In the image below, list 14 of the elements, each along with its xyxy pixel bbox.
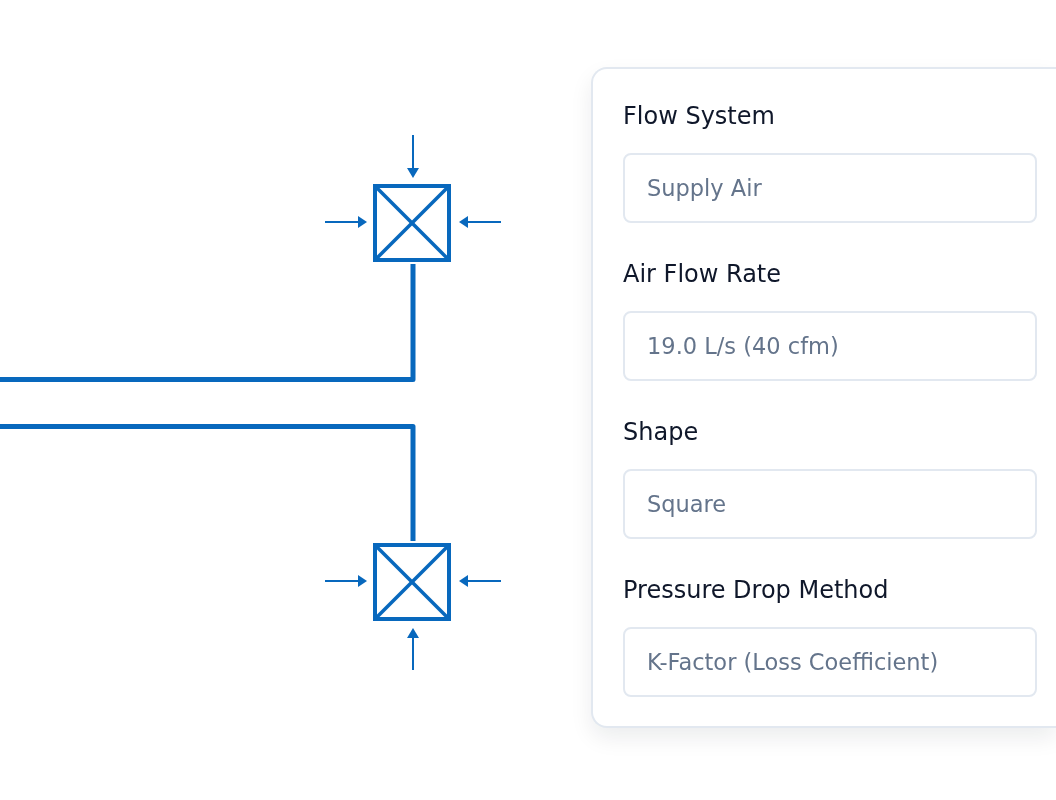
text-field[interactable]: Square — [623, 469, 1037, 539]
field-label: Shape — [623, 417, 699, 448]
text-field[interactable]: K-Factor (Loss Coefficient) — [623, 627, 1037, 697]
arrow-icon — [459, 575, 502, 587]
text-field[interactable]: Supply Air — [623, 153, 1037, 223]
arrow-icon — [459, 216, 502, 228]
field-label: Flow System — [623, 101, 775, 132]
text-field[interactable]: 19.0 L/s (40 cfm) — [623, 311, 1037, 381]
arrow-icon — [407, 134, 419, 178]
arrow-icon — [407, 628, 419, 671]
arrow-icon — [324, 216, 367, 228]
field-label: Pressure Drop Method — [623, 575, 889, 606]
arrow-icon — [324, 575, 367, 587]
field-label: Air Flow Rate — [623, 259, 782, 290]
